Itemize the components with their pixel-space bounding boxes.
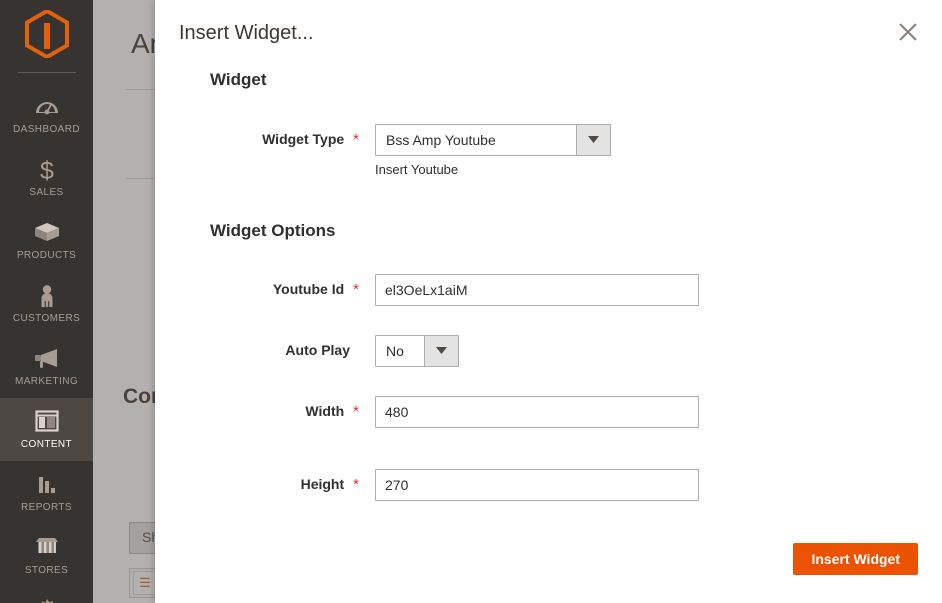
height-label: Height <box>300 476 345 492</box>
widget-type-selected-value: Bss Amp Youtube <box>386 132 496 148</box>
required-asterisk: * <box>353 131 359 148</box>
widget-options-fieldset-legend: Widget Options <box>210 221 336 240</box>
sidebar-item-customers[interactable]: CUSTOMERS <box>0 272 93 335</box>
bar-chart-icon <box>2 472 91 498</box>
layout-icon <box>2 409 91 435</box>
height-control-cell <box>375 469 918 501</box>
modal-footer: Insert Widget <box>155 533 942 603</box>
modal-title: Insert Widget... <box>179 22 314 44</box>
required-asterisk: * <box>353 403 359 420</box>
close-button[interactable] <box>893 17 923 47</box>
field-row-widget-type: Widget Type * Bss Amp Youtube Insert Yout… <box>179 124 918 177</box>
insert-widget-button[interactable]: Insert Widget <box>793 543 918 575</box>
sidebar-item-products[interactable]: PRODUCTS <box>0 209 93 272</box>
widget-fieldset-legend: Widget <box>210 70 267 89</box>
sidebar-item-label: SALES <box>29 187 64 198</box>
required-asterisk: * <box>353 281 359 298</box>
width-label: Width <box>305 403 345 419</box>
sidebar-item-label: MARKETING <box>14 376 79 387</box>
auto-play-label-cell: Auto Play <box>179 335 359 359</box>
width-label-cell: Width * <box>179 396 359 420</box>
field-row-auto-play: Auto Play No <box>179 335 918 367</box>
box-icon <box>2 220 91 246</box>
widget-type-control-cell: Bss Amp Youtube Insert Youtube <box>375 124 918 177</box>
gear-icon <box>2 598 91 603</box>
person-icon <box>2 283 91 309</box>
auto-play-selected-value: No <box>386 343 404 359</box>
height-label-cell: Height * <box>179 469 359 493</box>
sidebar-item-marketing[interactable]: MARKETING <box>0 335 93 398</box>
height-input[interactable] <box>375 469 699 501</box>
sidebar-item-label: REPORTS <box>21 502 72 513</box>
sidebar-item-label: CONTENT <box>20 439 73 450</box>
auto-play-label: Auto Play <box>285 342 350 358</box>
youtube-id-input[interactable] <box>375 274 699 306</box>
modal-body: Widget Widget Type * Bss Amp Youtube Inse… <box>155 70 942 501</box>
widget-type-note: Insert Youtube <box>375 162 459 177</box>
widget-type-label: Widget Type <box>262 131 345 147</box>
sidebar-item-stores[interactable]: STORES <box>0 524 93 587</box>
dollar-icon: $ <box>2 157 91 185</box>
field-row-width: Width * <box>179 396 918 428</box>
sidebar-item-dashboard[interactable]: DASHBOARD <box>0 83 93 146</box>
youtube-id-control-cell <box>375 274 918 306</box>
youtube-id-label: Youtube Id <box>272 281 345 297</box>
sidebar-item-reports[interactable]: REPORTS <box>0 461 93 524</box>
widget-type-select[interactable]: Bss Amp Youtube <box>375 124 611 156</box>
sidebar-item-label: PRODUCTS <box>16 250 77 261</box>
sidebar-item-sales[interactable]: $ SALES <box>0 146 93 209</box>
svg-text:$: $ <box>40 157 54 183</box>
sidebar-item-system[interactable] <box>0 587 93 603</box>
sidebar-item-label: STORES <box>24 565 69 576</box>
sidebar-item-label: DASHBOARD <box>13 124 80 135</box>
magento-logo-icon <box>24 8 69 63</box>
insert-widget-modal: Insert Widget... Widget Widget Type * Bss… <box>155 0 942 603</box>
sidebar-divider <box>17 72 76 73</box>
auto-play-control-cell: No <box>375 335 918 367</box>
width-control-cell <box>375 396 918 428</box>
magento-logo[interactable] <box>0 0 93 72</box>
admin-sidebar: DASHBOARD $ SALES PRODUCTS CUSTOMERS MAR… <box>0 0 93 603</box>
youtube-id-label-cell: Youtube Id * <box>179 274 359 298</box>
chevron-down-icon <box>424 336 458 366</box>
field-row-youtube-id: Youtube Id * <box>179 274 918 306</box>
megaphone-icon <box>2 346 91 372</box>
width-input[interactable] <box>375 396 699 428</box>
storefront-icon <box>2 535 91 561</box>
modal-header: Insert Widget... <box>155 0 942 62</box>
sidebar-item-content[interactable]: CONTENT <box>0 398 93 461</box>
gauge-icon <box>2 94 91 120</box>
field-row-height: Height * <box>179 469 918 501</box>
sidebar-item-label: CUSTOMERS <box>12 313 81 324</box>
chevron-down-icon <box>576 125 610 155</box>
required-asterisk: * <box>353 476 359 493</box>
auto-play-select[interactable]: No <box>375 335 459 367</box>
widget-type-label-cell: Widget Type * <box>179 124 359 148</box>
close-icon <box>897 21 919 43</box>
